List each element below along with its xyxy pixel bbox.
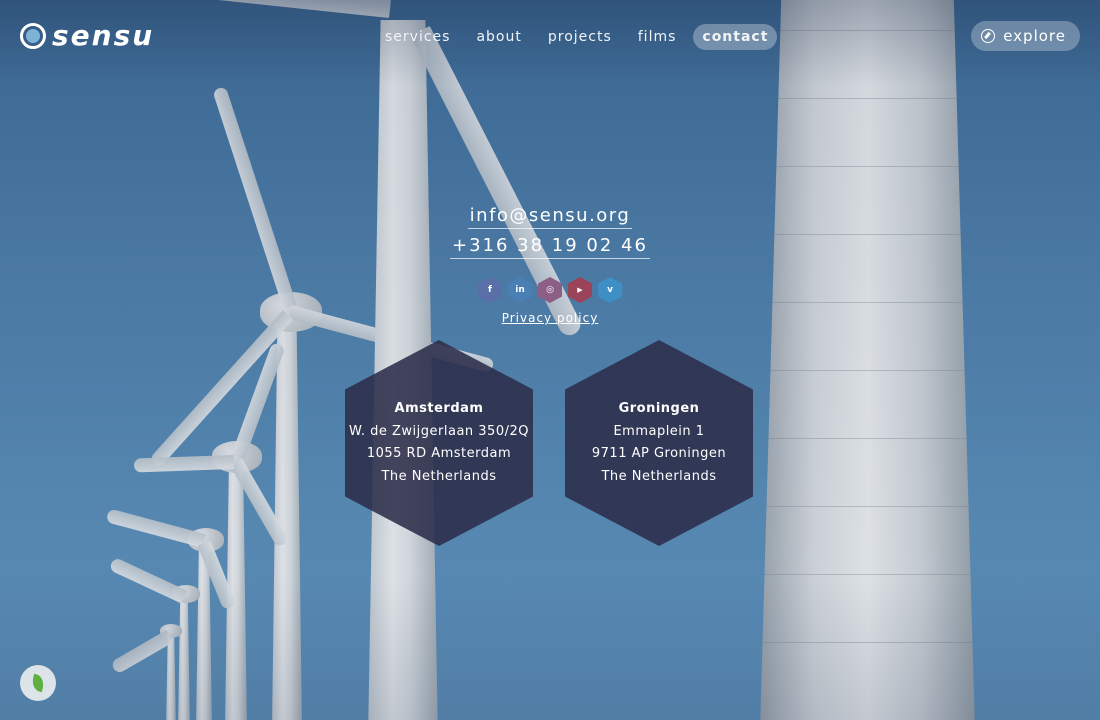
eco-badge-button[interactable] [20,665,56,701]
nav-item-about[interactable]: about [467,24,530,50]
office-addresses: Amsterdam W. de Zwijgerlaan 350/2Q 1055 … [345,340,753,546]
office-address-line: The Netherlands [381,468,497,484]
vimeo-icon[interactable]: v [598,277,622,303]
nav-item-services[interactable]: services [376,24,459,50]
brand-logo[interactable]: sensu [20,22,154,50]
logo-icon [20,23,46,49]
privacy-policy-link[interactable]: Privacy policy [502,311,599,325]
office-address-line: W. de Zwijgerlaan 350/2Q [349,423,529,439]
logo-text: sensu [52,19,155,52]
nav-item-projects[interactable]: projects [539,24,621,50]
explore-label: explore [1003,27,1066,45]
office-city: Groningen [618,401,700,416]
facebook-icon[interactable]: f [478,277,502,303]
office-city: Amsterdam [394,401,484,416]
instagram-icon[interactable]: ◎ [538,277,562,303]
youtube-icon[interactable]: ▶ [568,277,592,303]
office-address-line: 1055 RD Amsterdam [366,446,512,461]
social-links: f in ◎ ▶ v [478,277,622,303]
office-card-amsterdam: Amsterdam W. de Zwijgerlaan 350/2Q 1055 … [345,340,533,546]
compass-icon [981,29,996,43]
nav-item-contact[interactable]: contact [693,24,778,50]
phone-link[interactable]: +316 38 19 02 46 [450,235,650,259]
explore-button[interactable]: explore [971,21,1080,51]
main-nav: services about projects films contact [376,24,778,50]
nav-item-films[interactable]: films [629,24,686,50]
office-address-line: Emmaplein 1 [613,423,705,439]
office-card-groningen: Groningen Emmaplein 1 9711 AP Groningen … [565,340,753,546]
contact-section: info@sensu.org +316 38 19 02 46 f in ◎ ▶… [0,205,1100,325]
office-address-line: 9711 AP Groningen [591,446,727,461]
linkedin-icon[interactable]: in [508,277,532,303]
leaf-icon [30,673,46,693]
email-link[interactable]: info@sensu.org [467,205,633,229]
office-address-line: The Netherlands [601,468,717,484]
